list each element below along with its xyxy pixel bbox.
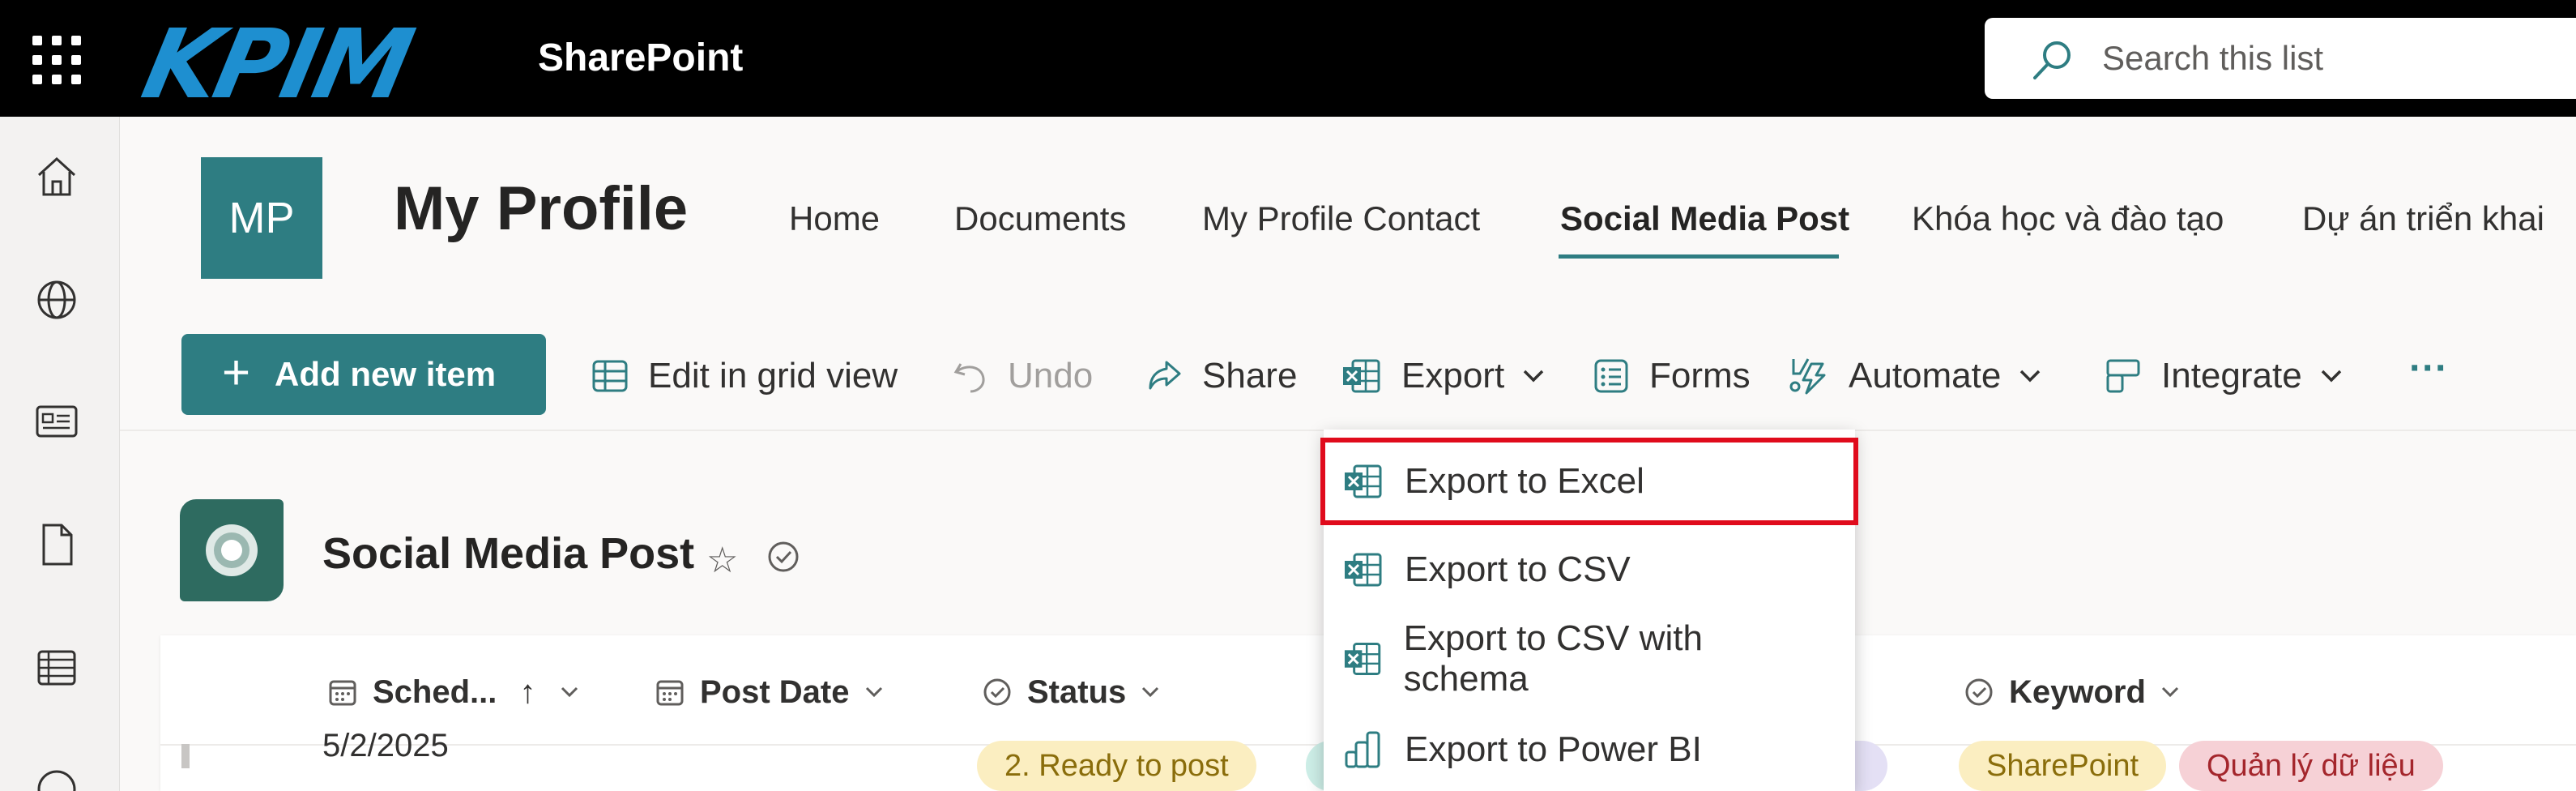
integrate-button[interactable]: Integrate: [2105, 352, 2362, 400]
search-box[interactable]: [1985, 18, 2576, 99]
excel-icon: [1345, 464, 1382, 498]
nav-du-an[interactable]: Dự án triển khai: [2302, 199, 2544, 238]
company-logo[interactable]: KPIM: [134, 8, 420, 120]
column-label-keyword: Keyword: [2009, 673, 2146, 710]
chevron-down-icon: [561, 686, 578, 698]
nav-my-profile-contact[interactable]: My Profile Contact: [1202, 199, 1480, 238]
automate-icon: [1789, 358, 1826, 395]
integrate-label: Integrate: [2161, 356, 2302, 396]
site-title[interactable]: My Profile: [394, 173, 688, 244]
menu-item-export-power-bi[interactable]: Export to Power BI: [1324, 713, 1826, 786]
list-logo-icon: [206, 524, 258, 576]
forms-icon: [1594, 359, 1628, 393]
suite-bar: KPIM SharePoint: [0, 0, 2576, 120]
menu-item-export-csv-schema[interactable]: Export to CSV with schema: [1324, 618, 1826, 699]
column-header-post-date[interactable]: Post Date: [655, 669, 898, 715]
keyword-badge[interactable]: Quản lý dữ liệu: [2179, 741, 2443, 791]
automate-button[interactable]: Automate: [1789, 352, 2061, 400]
column-header-keyword[interactable]: Keyword: [1964, 669, 2194, 715]
menu-item-export-excel[interactable]: Export to Excel: [1320, 438, 1858, 525]
excel-icon: [1345, 553, 1382, 587]
site-logo[interactable]: MP: [201, 157, 322, 279]
home-icon[interactable]: [32, 152, 81, 201]
app-name[interactable]: SharePoint: [538, 36, 743, 80]
cell-schedule[interactable]: 5/2/2025: [322, 728, 449, 764]
column-header-status[interactable]: Status: [982, 669, 1175, 715]
chevron-down-icon: [865, 686, 882, 698]
forms-label: Forms: [1649, 356, 1751, 396]
choice-icon: [983, 678, 1011, 706]
list-icon[interactable]: [32, 643, 81, 692]
add-new-item-button[interactable]: + Add new item: [181, 334, 546, 415]
nav-documents[interactable]: Documents: [954, 199, 1126, 238]
export-menu: Export to Excel Export to CSV Export to …: [1320, 430, 1858, 791]
news-icon[interactable]: [32, 397, 81, 446]
export-label: Export: [1401, 356, 1505, 396]
list-title: Social Media Post: [322, 529, 695, 578]
add-new-item-label: Add new item: [275, 355, 497, 393]
edit-grid-view-label: Edit in grid view: [648, 356, 898, 396]
active-nav-indicator: [1559, 254, 1839, 259]
favorite-star-icon[interactable]: ☆: [706, 540, 738, 581]
nav-khoa-hoc[interactable]: Khóa học và đào tạo: [1912, 199, 2224, 238]
chevron-down-icon: [2161, 686, 2178, 698]
menu-label-export-power-bi: Export to Power BI: [1405, 729, 1702, 769]
excel-icon: [1343, 359, 1380, 393]
calendar-icon: [329, 680, 356, 706]
menu-label-export-excel: Export to Excel: [1405, 461, 1644, 501]
grid-icon: [592, 360, 628, 392]
calendar-icon: [656, 680, 684, 706]
nav-home[interactable]: Home: [789, 199, 880, 238]
app-launcher-icon[interactable]: [32, 36, 81, 84]
chevron-down-icon: [1523, 370, 1544, 383]
sort-ascending-icon: ↑: [519, 673, 536, 710]
power-bi-icon: [1345, 731, 1380, 768]
chevron-down-icon: [2321, 370, 2341, 383]
automate-label: Automate: [1849, 356, 2002, 396]
excel-icon: [1344, 643, 1381, 675]
undo-label: Undo: [1008, 356, 1094, 396]
chevron-down-icon: [1142, 686, 1159, 698]
undo-icon: [953, 363, 985, 393]
choice-icon: [1965, 678, 1993, 706]
menu-label-export-csv: Export to CSV: [1405, 549, 1631, 589]
row-selector[interactable]: [181, 744, 190, 768]
menu-label-export-csv-schema: Export to CSV with schema: [1403, 618, 1703, 699]
column-label-schedule: Sched...: [373, 673, 497, 710]
integrate-icon: [2106, 359, 2140, 393]
column-label-post-date: Post Date: [700, 673, 850, 710]
search-input[interactable]: [2102, 39, 2556, 78]
search-icon: [2033, 41, 2071, 79]
document-icon[interactable]: [32, 520, 81, 569]
column-label-status: Status: [1027, 673, 1127, 710]
globe-icon[interactable]: [32, 276, 81, 324]
undo-button[interactable]: Undo: [951, 352, 1093, 400]
add-circle-icon[interactable]: [32, 765, 81, 791]
nav-social-media-post[interactable]: Social Media Post: [1560, 199, 1849, 238]
chevron-down-icon: [2020, 370, 2041, 383]
menu-item-export-csv[interactable]: Export to CSV: [1324, 533, 1826, 606]
column-header-schedule[interactable]: Sched... ↑: [327, 669, 594, 715]
export-button[interactable]: Export: [1341, 352, 1564, 400]
forms-button[interactable]: Forms: [1593, 352, 1751, 400]
plus-icon: +: [222, 344, 251, 400]
list-app-icon: [180, 499, 284, 601]
edit-grid-view-button[interactable]: Edit in grid view: [591, 352, 898, 400]
share-icon: [1149, 361, 1181, 390]
sync-status-icon[interactable]: [766, 540, 800, 574]
status-badge[interactable]: 2. Ready to post: [977, 741, 1256, 791]
share-label: Share: [1202, 356, 1298, 396]
share-button[interactable]: Share: [1145, 352, 1297, 400]
more-options-button[interactable]: ···: [2409, 344, 2448, 392]
keyword-badge[interactable]: SharePoint: [1959, 741, 2167, 791]
left-rail: [0, 117, 120, 791]
